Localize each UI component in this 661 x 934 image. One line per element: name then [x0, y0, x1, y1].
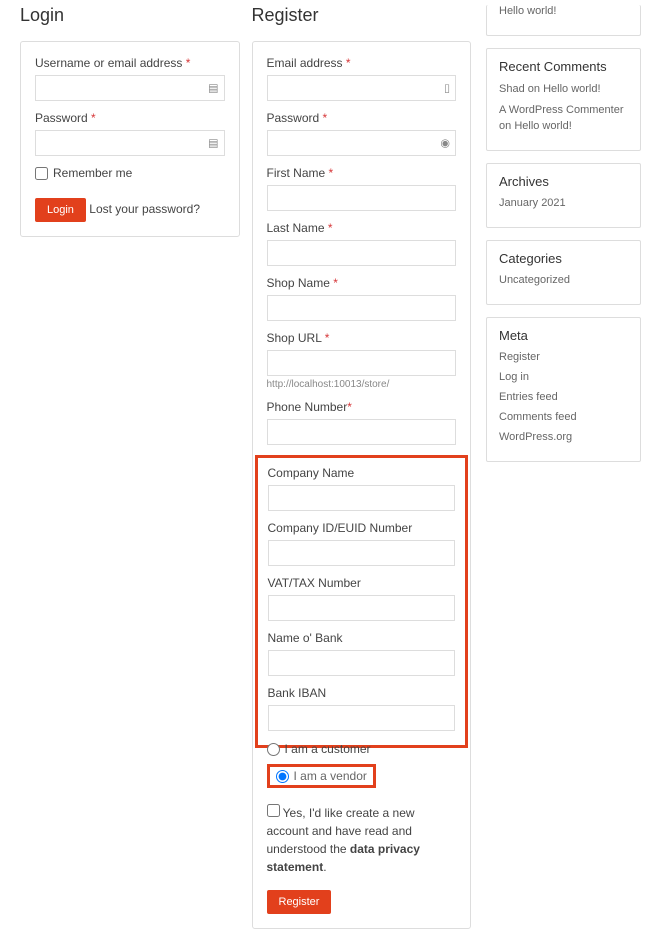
vendor-label: I am a vendor	[294, 769, 367, 783]
meta-link[interactable]: Register	[499, 351, 628, 363]
register-card: Email address * ▯ Password * ◉ First Nam…	[252, 41, 472, 929]
iban-label: Bank IBAN	[268, 686, 456, 700]
lost-password-link[interactable]: Lost your password?	[89, 202, 200, 216]
shopurl-hint: http://localhost:10013/store/	[267, 379, 457, 390]
lastname-label: Last Name *	[267, 221, 457, 235]
meta-link[interactable]: WordPress.org	[499, 431, 628, 443]
login-card: Username or email address * ▤ Password *…	[20, 41, 240, 237]
password-label: Password *	[35, 111, 225, 125]
recent-comments-heading: Recent Comments	[499, 59, 628, 74]
comment-item: Shad on Hello world!	[499, 82, 628, 97]
consent-checkbox[interactable]	[267, 804, 280, 817]
login-heading: Login	[20, 5, 240, 26]
shopname-input[interactable]	[267, 295, 457, 321]
register-button[interactable]: Register	[267, 890, 332, 914]
contact-icon: ▤	[208, 82, 218, 95]
login-password-input[interactable]	[35, 130, 225, 156]
firstname-label: First Name *	[267, 166, 457, 180]
contact-icon: ▯	[444, 82, 450, 95]
register-password-label: Password *	[267, 111, 457, 125]
shopurl-input[interactable]	[267, 350, 457, 376]
company-name-label: Company Name	[268, 466, 456, 480]
email-label: Email address *	[267, 56, 457, 70]
vendor-radio[interactable]	[276, 770, 289, 783]
lastname-input[interactable]	[267, 240, 457, 266]
remember-label: Remember me	[53, 166, 132, 180]
company-id-input[interactable]	[268, 540, 456, 566]
comment-item: A WordPress Commenter on Hello world!	[499, 103, 628, 134]
archives-heading: Archives	[499, 174, 628, 189]
category-link[interactable]: Uncategorized	[499, 274, 628, 286]
bank-name-label: Name o' Bank	[268, 631, 456, 645]
archives-widget: Archives January 2021	[486, 163, 641, 228]
company-name-input[interactable]	[268, 485, 456, 511]
firstname-input[interactable]	[267, 185, 457, 211]
shopurl-label: Shop URL *	[267, 331, 457, 345]
meta-heading: Meta	[499, 328, 628, 343]
shopname-label: Shop Name *	[267, 276, 457, 290]
vat-label: VAT/TAX Number	[268, 576, 456, 590]
categories-widget: Categories Uncategorized	[486, 240, 641, 305]
meta-link[interactable]: Comments feed	[499, 411, 628, 423]
company-id-label: Company ID/EUID Number	[268, 521, 456, 535]
username-label: Username or email address *	[35, 56, 225, 70]
categories-heading: Categories	[499, 251, 628, 266]
meta-link[interactable]: Log in	[499, 371, 628, 383]
recent-post-link[interactable]: Hello world!	[499, 5, 628, 17]
vendor-fields-highlight: Company Name Company ID/EUID Number VAT/…	[255, 455, 469, 748]
register-heading: Register	[252, 5, 472, 26]
phone-label: Phone Number*	[267, 400, 457, 414]
meta-widget: Meta Register Log in Entries feed Commen…	[486, 317, 641, 462]
username-input[interactable]	[35, 75, 225, 101]
phone-input[interactable]	[267, 419, 457, 445]
eye-icon: ◉	[440, 137, 450, 150]
email-input[interactable]	[267, 75, 457, 101]
vat-input[interactable]	[268, 595, 456, 621]
vendor-radio-highlight: I am a vendor	[267, 764, 376, 788]
bank-name-input[interactable]	[268, 650, 456, 676]
recent-comments-widget: Recent Comments Shad on Hello world! A W…	[486, 48, 641, 151]
remember-checkbox[interactable]	[35, 167, 48, 180]
register-password-input[interactable]	[267, 130, 457, 156]
customer-radio[interactable]	[267, 743, 280, 756]
key-icon: ▤	[208, 137, 218, 150]
meta-link[interactable]: Entries feed	[499, 391, 628, 403]
iban-input[interactable]	[268, 705, 456, 731]
login-button[interactable]: Login	[35, 198, 86, 222]
archive-link[interactable]: January 2021	[499, 197, 628, 209]
customer-label: I am a customer	[285, 742, 371, 756]
consent-row: Yes, I'd like create a new account and h…	[267, 804, 457, 876]
recent-posts-widget: Hello world!	[486, 5, 641, 36]
